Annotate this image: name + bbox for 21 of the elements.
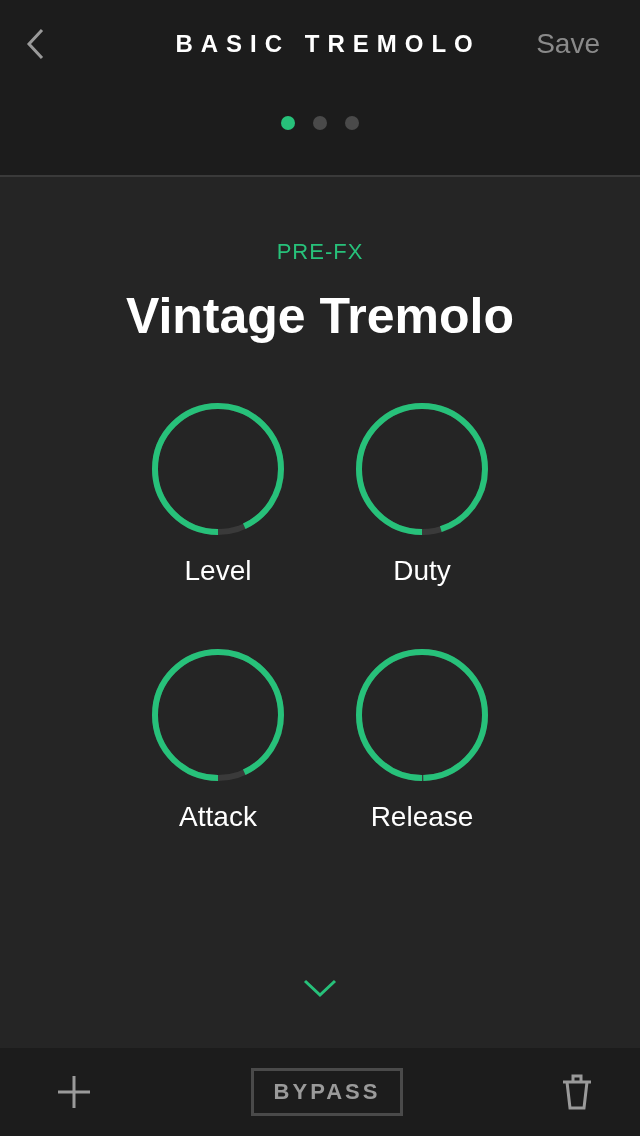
knob-dial[interactable] <box>150 401 286 537</box>
page-dot[interactable] <box>313 116 327 130</box>
save-button[interactable]: Save <box>536 28 600 60</box>
delete-button[interactable] <box>562 1074 592 1110</box>
knob-label: Release <box>370 801 474 833</box>
page-dot[interactable] <box>281 116 295 130</box>
knob-dial[interactable] <box>150 647 286 783</box>
add-button[interactable] <box>56 1074 92 1110</box>
knob-label: Duty <box>393 555 451 587</box>
knob-dial[interactable] <box>354 647 490 783</box>
page-dot[interactable] <box>345 116 359 130</box>
plus-icon <box>56 1074 92 1110</box>
preset-title: BASIC TREMOLO <box>175 30 481 58</box>
knob-dial[interactable] <box>354 401 490 537</box>
trash-icon <box>562 1074 592 1110</box>
chevron-down-icon[interactable] <box>303 978 337 998</box>
effect-name: Vintage Tremolo <box>125 287 515 345</box>
knob-label: Level <box>184 555 252 587</box>
knob-label: Attack <box>179 801 257 833</box>
bypass-button[interactable]: BYPASS <box>250 1068 404 1116</box>
effect-category: PRE-FX <box>276 239 364 265</box>
